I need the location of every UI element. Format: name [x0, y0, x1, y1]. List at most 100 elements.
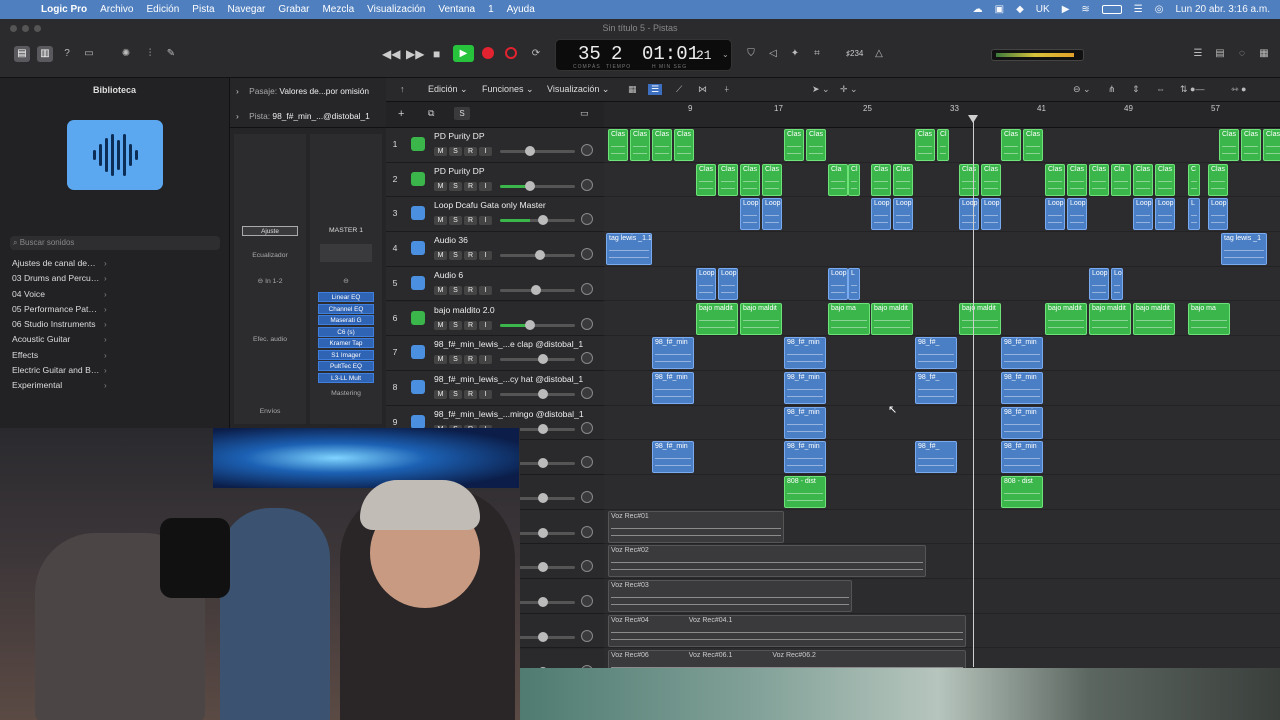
region[interactable]: 98_f#_ — [915, 371, 957, 404]
region[interactable]: bajo maldit — [959, 302, 1001, 335]
region[interactable]: Loop — [718, 267, 738, 300]
region[interactable]: Clas — [1045, 163, 1065, 196]
mute-button[interactable]: M — [434, 285, 447, 295]
plugin-slot[interactable]: Linear EQ — [318, 292, 374, 302]
solo-button[interactable]: S — [449, 181, 462, 191]
track-name[interactable]: PD Purity DP — [434, 131, 594, 141]
region[interactable]: Clas — [740, 163, 760, 196]
library-item[interactable]: 06 Studio Instruments › — [0, 317, 229, 332]
track-lane[interactable] — [604, 475, 1280, 510]
region[interactable]: Clas — [1023, 129, 1043, 161]
record-enable-button[interactable]: R — [464, 389, 477, 399]
track-name[interactable]: bajo maldito 2.0 — [434, 305, 594, 315]
region[interactable]: Clas — [762, 163, 782, 196]
replace-icon[interactable]: ⛉ — [743, 46, 759, 62]
mute-button[interactable]: M — [434, 251, 447, 261]
region[interactable]: 98_f#_min — [1001, 371, 1043, 404]
input-monitor-button[interactable]: I — [479, 251, 492, 261]
track-name[interactable]: 98_f#_min_lewis_...cy hat @distobal_1 — [434, 374, 594, 384]
library-item[interactable]: 05 Performance Pat… › — [0, 302, 229, 317]
functions-menu[interactable]: Funciones ⌄ — [482, 84, 534, 95]
region[interactable]: Clas — [630, 129, 650, 161]
pan-knob[interactable] — [581, 248, 593, 261]
menu-app[interactable]: Logic Pro — [41, 4, 87, 15]
volume-knob[interactable] — [538, 354, 548, 365]
volume-knob[interactable] — [525, 180, 535, 191]
region[interactable]: Loop — [1133, 198, 1153, 231]
track-header[interactable]: 5 Audio 6 MSRI — [386, 266, 604, 302]
editors-icon[interactable]: ✎ — [163, 46, 179, 62]
region[interactable]: Clas — [959, 163, 979, 196]
region[interactable]: 98_f#_min — [784, 337, 826, 370]
voice-region[interactable]: Voz Rec#04 Voz Rec#04.1 — [608, 614, 966, 647]
region[interactable]: Clas — [652, 129, 672, 161]
snap-icon[interactable]: ⊖ ⌄ — [1073, 84, 1091, 95]
link-icon[interactable]: ⊖ — [310, 277, 382, 285]
plugin-slot[interactable]: Kramer Tap — [318, 338, 374, 348]
volume-knob[interactable] — [538, 458, 548, 469]
battery-icon[interactable] — [1101, 5, 1122, 14]
pan-knob[interactable] — [581, 560, 593, 573]
mute-button[interactable]: M — [434, 181, 447, 191]
menu-1[interactable]: 1 — [488, 4, 494, 15]
region[interactable]: Clas — [1155, 163, 1175, 196]
add-track-icon[interactable]: + — [398, 108, 404, 120]
region[interactable]: Clas — [1263, 129, 1280, 161]
volume-knob[interactable] — [535, 250, 545, 261]
tuner-icon[interactable]: ◁ — [765, 46, 781, 62]
region[interactable]: bajo maldit — [1133, 302, 1175, 335]
record-enable-button[interactable]: R — [464, 355, 477, 365]
pan-knob[interactable] — [581, 491, 593, 503]
sends-slot[interactable]: Envíos — [234, 408, 306, 415]
input-monitor-button[interactable]: I — [479, 181, 492, 191]
voice-region[interactable]: Voz Rec#03 — [608, 580, 852, 613]
waveform-zoom-icon[interactable]: ⋔ — [1108, 84, 1116, 95]
eq-slot[interactable]: Ecualizador — [234, 252, 306, 259]
region[interactable]: Loop — [981, 198, 1001, 231]
track-header[interactable]: 1 PD Purity DP M S R I — [386, 128, 604, 163]
region[interactable]: 98_f#_ — [915, 441, 957, 474]
list-editors-icon[interactable]: ☰ — [1190, 46, 1206, 62]
record-button[interactable] — [482, 47, 494, 59]
region[interactable]: 98_f#_min — [1001, 406, 1043, 439]
mute-button[interactable]: M — [434, 147, 447, 156]
track-name[interactable]: Audio 36 — [434, 235, 594, 245]
voice-region[interactable]: Voz Rec#06 Voz Rec#06.1 Voz Rec#06.2 — [608, 649, 966, 668]
pan-knob[interactable] — [581, 456, 593, 469]
menu-ventana[interactable]: Ventana — [438, 4, 475, 15]
region[interactable]: 98_f#_min — [1001, 337, 1043, 370]
region[interactable]: 98_f#_min — [652, 371, 694, 404]
vertical-zoom-icon[interactable]: ⇕ — [1132, 84, 1140, 95]
mute-button[interactable]: M — [434, 320, 447, 330]
mastering-label[interactable]: Mastering — [310, 390, 382, 397]
master-setting[interactable]: MASTER 1 — [310, 227, 382, 234]
plugin-slot[interactable]: S1 Imager — [318, 349, 374, 360]
arrange-area[interactable]: Clas Clas Clas Clas Clas Clas Clas Cl Clas Clas Cl… — [604, 128, 1280, 668]
pan-knob[interactable] — [581, 386, 593, 399]
menu-grabar[interactable]: Grabar — [278, 4, 309, 15]
library-item[interactable]: 03 Drums and Percu… › — [0, 271, 229, 286]
wifi-icon[interactable]: ≋ — [1081, 4, 1089, 15]
mute-button[interactable]: M — [434, 389, 447, 399]
track-name[interactable]: PD Purity DP — [434, 166, 594, 176]
play-status-icon[interactable]: ▶ — [1062, 4, 1070, 15]
lcd-chevron-down-icon[interactable]: ⌄ — [722, 50, 729, 59]
solo-button[interactable]: S — [449, 285, 462, 295]
setting-button[interactable]: Ajuste — [242, 226, 298, 236]
volume-slider[interactable] — [500, 388, 575, 399]
volume-knob[interactable] — [538, 597, 548, 608]
region[interactable]: 98_f#_min — [784, 406, 826, 439]
plugin-slot[interactable]: L3-LL Mult — [318, 372, 374, 383]
global-solo-button[interactable]: S — [454, 107, 470, 120]
region[interactable]: Loop — [1045, 198, 1065, 231]
solo-button[interactable]: S — [449, 147, 462, 156]
volume-slider[interactable] — [500, 250, 575, 261]
library-toggle-icon[interactable]: ▤ — [14, 46, 30, 62]
menu-visualizacion[interactable]: Visualización — [367, 4, 425, 15]
forward-icon[interactable]: ▶▶ — [406, 46, 424, 62]
menu-edicion[interactable]: Edición — [146, 4, 179, 15]
region[interactable]: 808 - dist — [784, 476, 826, 508]
region[interactable]: Loop — [959, 198, 979, 231]
mixer-icon[interactable]: ⫶ — [142, 46, 158, 62]
region[interactable]: 98_f#_ — [915, 337, 957, 370]
